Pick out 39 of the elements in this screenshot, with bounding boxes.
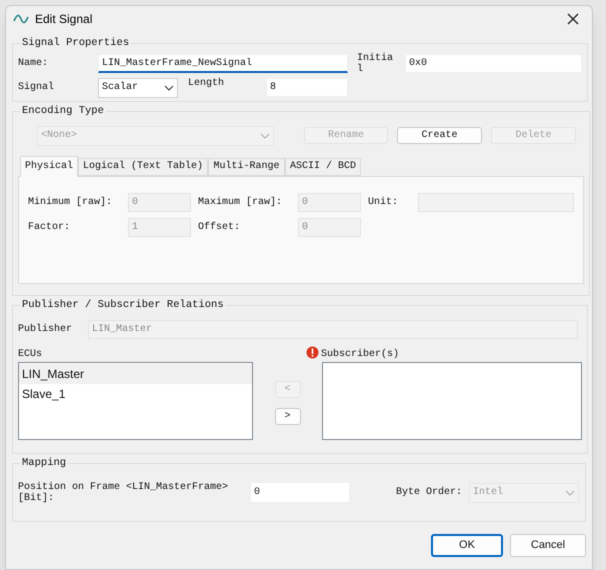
dropdown[interactable]: Scalar — [98, 78, 178, 98]
button[interactable]: Create — [397, 127, 482, 144]
input-field[interactable]: LIN_MasterFrame_NewSignal — [98, 54, 348, 74]
tab[interactable]: Multi-Range — [208, 158, 285, 176]
field-label: Name: — [18, 58, 50, 70]
group-title: Mapping — [21, 456, 68, 471]
window-title: Edit Signal — [35, 11, 92, 28]
list-item[interactable]: LIN_Master — [19, 364, 252, 384]
field-label: Position on Frame <LIN_MasterFrame> [Bit]: — [18, 482, 230, 504]
field-label: Initia l — [357, 52, 394, 75]
list-item[interactable]: Slave_1 — [19, 384, 252, 404]
chevron-down-icon — [164, 84, 174, 91]
field-label: Factor: — [28, 222, 72, 233]
field-label: ECUs — [18, 348, 44, 360]
tab[interactable]: Physical — [20, 156, 78, 177]
dialog-button[interactable]: Cancel — [510, 534, 586, 557]
chevron-down-icon — [260, 132, 270, 139]
field-label: Maximum [raw]: — [198, 196, 284, 208]
close-icon — [567, 13, 579, 25]
dialog-button[interactable]: OK — [431, 534, 503, 557]
arrow-button[interactable]: > — [274, 408, 300, 425]
input-field[interactable]: 0 — [250, 482, 350, 504]
input-field[interactable]: 0x0 — [405, 54, 582, 74]
wave-icon — [13, 14, 29, 24]
chevron-down-icon — [565, 490, 575, 496]
field-label: Publisher — [18, 324, 74, 335]
group-title: Signal Properties — [21, 36, 130, 51]
field-label: Offset: — [198, 222, 242, 233]
field-label: Unit: — [368, 196, 400, 208]
field-label: Byte Order: — [396, 487, 464, 498]
field-label: Minimum [raw]: — [28, 196, 114, 208]
field-label: Signal — [18, 82, 56, 94]
field-label: Subscriber(s) — [321, 348, 400, 360]
group-title: Publisher / Subscriber Relations — [21, 298, 225, 313]
field-label: Length — [188, 78, 226, 89]
tab[interactable]: ASCII / BCD — [285, 158, 361, 176]
tab[interactable]: Logical (Text Table) — [78, 158, 208, 176]
group-title: Encoding Type — [21, 104, 105, 119]
input-field[interactable]: 8 — [266, 78, 348, 98]
